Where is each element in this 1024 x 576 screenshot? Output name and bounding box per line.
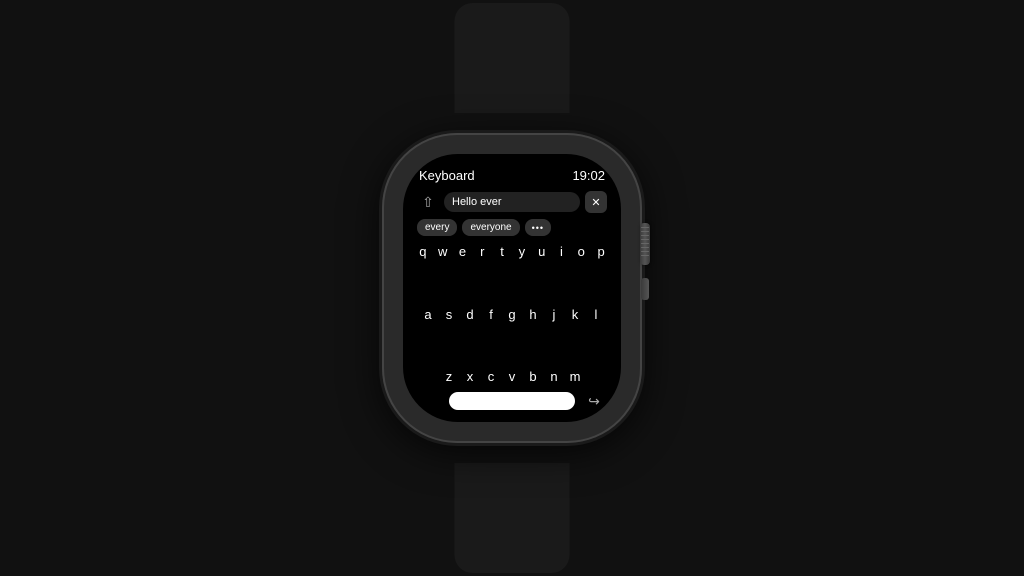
key-x[interactable]: x (462, 369, 479, 384)
key-j[interactable]: j (546, 307, 563, 322)
bottom-bar: ☺ ↪ (415, 390, 609, 412)
key-v[interactable]: v (504, 369, 521, 384)
key-d[interactable]: d (462, 307, 479, 322)
key-l[interactable]: l (588, 307, 605, 322)
key-h[interactable]: h (525, 307, 542, 322)
key-y[interactable]: y (514, 244, 530, 259)
time-display: 19:02 (572, 168, 605, 183)
key-u[interactable]: u (534, 244, 550, 259)
key-e[interactable]: e (455, 244, 471, 259)
emoji-icon: ☺ (423, 393, 437, 409)
key-i[interactable]: i (554, 244, 570, 259)
keyboard-row-2: a s d f g h j k l (415, 307, 609, 322)
key-a[interactable]: a (420, 307, 437, 322)
key-r[interactable]: r (474, 244, 490, 259)
more-suggestions-button[interactable]: ••• (525, 219, 551, 236)
side-button[interactable] (641, 278, 649, 300)
key-m[interactable]: m (567, 369, 584, 384)
backspace-icon: ✕ (591, 196, 600, 209)
watch-case: Keyboard 19:02 ⇧ Hello ever ✕ every (382, 133, 642, 443)
watch-screen: Keyboard 19:02 ⇧ Hello ever ✕ every (403, 154, 621, 422)
key-z[interactable]: z (441, 369, 458, 384)
key-o[interactable]: o (573, 244, 589, 259)
keyboard-row-1: q w e r t y u i o p (415, 244, 609, 259)
emoji-button[interactable]: ☺ (419, 390, 441, 412)
digital-crown[interactable] (640, 223, 650, 265)
watch-container: Keyboard 19:02 ⇧ Hello ever ✕ every (352, 98, 672, 478)
space-bar[interactable] (449, 392, 575, 410)
key-g[interactable]: g (504, 307, 521, 322)
send-button[interactable]: ↪ (583, 390, 605, 412)
key-b[interactable]: b (525, 369, 542, 384)
key-k[interactable]: k (567, 307, 584, 322)
suggestion-everyone[interactable]: everyone (462, 219, 519, 236)
text-field-content: Hello ever (452, 196, 502, 208)
shift-icon: ⇧ (422, 194, 434, 211)
band-top (455, 3, 570, 113)
more-dots-icon: ••• (532, 223, 544, 233)
app-title: Keyboard (419, 168, 475, 183)
key-f[interactable]: f (483, 307, 500, 322)
key-t[interactable]: t (494, 244, 510, 259)
suggestion-everyone-label: everyone (470, 222, 511, 233)
key-c[interactable]: c (483, 369, 500, 384)
send-icon: ↪ (588, 393, 600, 410)
key-q[interactable]: q (415, 244, 431, 259)
key-n[interactable]: n (546, 369, 563, 384)
suggestions-row: every everyone ••• (415, 219, 609, 236)
text-field[interactable]: Hello ever (444, 192, 580, 212)
shift-button[interactable]: ⇧ (417, 191, 439, 213)
suggestion-every[interactable]: every (417, 219, 457, 236)
key-p[interactable]: p (593, 244, 609, 259)
key-s[interactable]: s (441, 307, 458, 322)
keyboard-row-3: z x c v b n m (415, 369, 609, 384)
band-bottom (455, 463, 570, 573)
screen-header: Keyboard 19:02 (415, 168, 609, 183)
input-row: ⇧ Hello ever ✕ (415, 191, 609, 213)
suggestion-every-label: every (425, 222, 449, 233)
keyboard-area: q w e r t y u i o p a s d f g h (415, 244, 609, 384)
key-w[interactable]: w (435, 244, 451, 259)
backspace-button[interactable]: ✕ (585, 191, 607, 213)
